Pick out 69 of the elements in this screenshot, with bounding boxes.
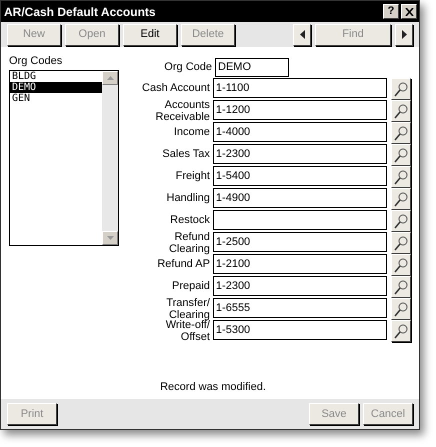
field-label: Refund AP	[156, 257, 211, 272]
lookup-button[interactable]	[391, 320, 411, 342]
magnifier-icon	[394, 324, 408, 338]
scroll-down-button[interactable]	[102, 231, 118, 245]
previous-button[interactable]	[293, 24, 311, 46]
list-item[interactable]: BLDG	[10, 71, 102, 82]
magnifier-icon	[394, 258, 408, 272]
magnifier-icon	[394, 126, 408, 140]
magnifier-icon	[394, 148, 408, 162]
magnifier-icon	[394, 104, 408, 118]
up-arrow-icon	[106, 76, 114, 80]
account-field[interactable]: 1-1100	[212, 78, 387, 98]
field-label: Refund Clearing	[168, 231, 211, 255]
scrollbar[interactable]	[102, 71, 118, 245]
magnifier-icon	[394, 170, 408, 184]
account-field[interactable]: 1-2100	[212, 254, 387, 274]
scroll-up-button[interactable]	[102, 71, 118, 85]
account-field[interactable]: 1-5300	[212, 320, 387, 340]
account-field[interactable]: 1-2300	[212, 276, 387, 296]
lookup-button[interactable]	[391, 254, 411, 276]
org-code-field[interactable]: DEMO	[215, 58, 289, 76]
field-label: Handling	[166, 191, 211, 206]
left-triangle-icon	[300, 30, 304, 39]
lookup-button[interactable]	[391, 166, 411, 188]
account-field[interactable]: 1-6555	[212, 298, 387, 318]
close-button[interactable]	[401, 4, 417, 19]
magnifier-icon	[394, 280, 408, 294]
list-label: Org Codes	[9, 55, 64, 68]
action-button[interactable]: Edit	[123, 24, 177, 46]
lookup-button[interactable]	[391, 276, 411, 298]
field-label: Freight	[174, 169, 211, 184]
window-title: AR/Cash Default Accounts	[4, 4, 156, 20]
account-field[interactable]	[212, 210, 387, 230]
status-message: Record was modified.	[160, 380, 266, 395]
list-item[interactable]: DEMO	[10, 82, 102, 93]
account-field[interactable]: 1-5400	[212, 166, 387, 186]
close-icon	[404, 8, 414, 16]
account-field[interactable]: 1-1200	[212, 100, 387, 120]
field-label: Sales Tax	[161, 147, 211, 162]
lookup-button[interactable]	[391, 210, 411, 232]
lookup-button[interactable]	[391, 298, 411, 320]
down-arrow-icon	[106, 236, 114, 240]
account-field[interactable]: 1-4900	[212, 188, 387, 208]
account-field[interactable]: 1-2300	[212, 144, 387, 164]
field-label: Prepaid	[171, 279, 211, 294]
magnifier-icon	[394, 214, 408, 228]
magnifier-icon	[394, 302, 408, 316]
magnifier-icon	[394, 82, 408, 96]
field-label: Income	[172, 125, 211, 140]
lookup-button[interactable]	[391, 78, 411, 100]
field-label: Cash Account	[141, 81, 211, 96]
right-triangle-icon	[402, 30, 406, 39]
help-button[interactable]: ?	[383, 4, 399, 19]
account-field[interactable]: 1-2500	[212, 232, 387, 252]
magnifier-icon	[394, 192, 408, 206]
lookup-button[interactable]	[391, 100, 411, 122]
field-label: Write-off/ Offset	[164, 319, 211, 343]
account-field[interactable]: 1-4000	[212, 122, 387, 142]
field-label: Restock	[169, 213, 211, 228]
lookup-button[interactable]	[391, 232, 411, 254]
lookup-button[interactable]	[391, 122, 411, 144]
lookup-button[interactable]	[391, 144, 411, 166]
next-button[interactable]	[395, 24, 413, 46]
field-label: Transfer/ Clearing	[166, 297, 211, 321]
list-item[interactable]: GEN	[10, 93, 102, 104]
lookup-button[interactable]	[391, 188, 411, 210]
field-label: Org Code	[163, 60, 213, 75]
field-label: Accounts Receivable	[154, 99, 211, 123]
magnifier-icon	[394, 236, 408, 250]
